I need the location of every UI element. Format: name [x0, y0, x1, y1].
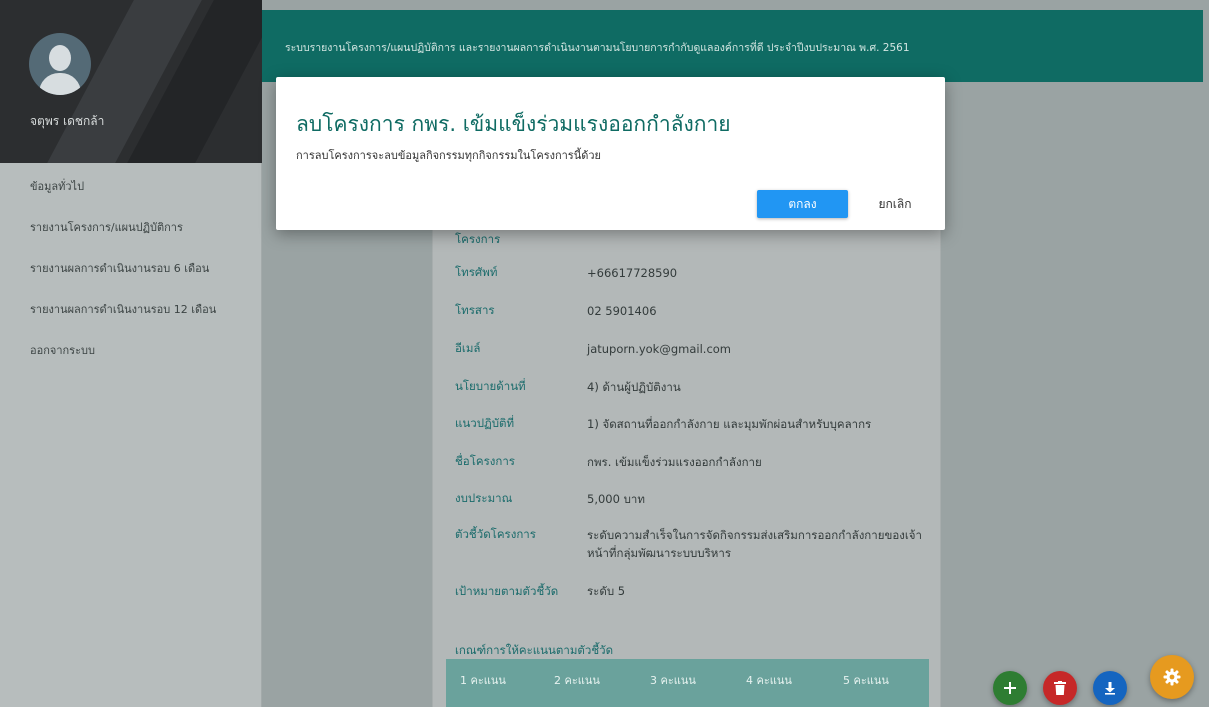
trash-icon — [1054, 681, 1066, 695]
dialog-title: ลบโครงการ กพร. เข้มแข็งร่วมแรงออกกำลังกา… — [296, 112, 731, 136]
target-value: ระดับ 5 — [587, 584, 626, 598]
phone-label: โทรศัพท์ — [455, 265, 498, 279]
profile-header: จตุพร เดชกล้า — [0, 0, 262, 163]
sidebar: จตุพร เดชกล้า ข้อมูลทั่วไป รายงานโครงการ… — [0, 0, 262, 707]
avatar — [29, 33, 91, 95]
score-3: 3 คะแนน — [650, 674, 696, 687]
fax-label: โทรสาร — [455, 303, 495, 317]
sidebar-item-logout[interactable]: ออกจากระบบ — [0, 330, 262, 371]
add-button[interactable] — [993, 671, 1027, 705]
detail-label: โครงการ — [455, 232, 501, 246]
sidebar-item-project-report[interactable]: รายงานโครงการ/แผนปฏิบัติการ — [0, 207, 262, 248]
delete-button[interactable] — [1043, 671, 1077, 705]
email-label: อีเมล์ — [455, 341, 481, 355]
download-button[interactable] — [1093, 671, 1127, 705]
score-1: 1 คะแนน — [460, 674, 506, 687]
policy-label: นโยบายด้านที่ — [455, 379, 526, 393]
score-header: 1 คะแนน 2 คะแนน 3 คะแนน 4 คะแนน 5 คะแนน — [446, 659, 929, 707]
confirm-delete-dialog: ลบโครงการ กพร. เข้มแข็งร่วมแรงออกกำลังกา… — [276, 77, 945, 230]
page-title: ระบบรายงานโครงการ/แผนปฏิบัติการ และรายงา… — [285, 42, 910, 54]
fax-value: 02 5901406 — [587, 304, 657, 318]
plus-icon — [1004, 682, 1016, 694]
criteria-title: เกณฑ์การให้คะแนนตามตัวชี้วัด — [455, 643, 614, 657]
score-2: 2 คะแนน — [554, 674, 600, 687]
email-value: jatuporn.yok@gmail.com — [587, 342, 732, 356]
target-label: เป้าหมายตามตัวชี้วัด — [455, 584, 559, 598]
score-5: 5 คะแนน — [843, 674, 889, 687]
user-name: จตุพร เดชกล้า — [30, 114, 105, 128]
practice-value: 1) จัดสถานที่ออกกำลังกาย และมุมพักผ่อนสำ… — [587, 417, 872, 431]
dialog-message: การลบโครงการจะลบข้อมูลกิจกรรมทุกกิจกรรมใ… — [296, 149, 601, 162]
policy-value: 4) ด้านผู้ปฏิบัติงาน — [587, 380, 681, 394]
score-4: 4 คะแนน — [746, 674, 792, 687]
cancel-button[interactable]: ยกเลิก — [861, 190, 929, 218]
project-detail-card: โครงการ โทรศัพท์ +66617728590 โทรสาร 02 … — [432, 212, 941, 707]
gear-icon — [1163, 668, 1181, 686]
sidebar-nav: ข้อมูลทั่วไป รายงานโครงการ/แผนปฏิบัติการ… — [0, 166, 262, 371]
practice-label: แนวปฏิบัติที่ — [455, 416, 515, 430]
indicator-value: ระดับความสำเร็จในการจัดกิจกรรมส่งเสริมกา… — [587, 528, 922, 560]
sidebar-item-general[interactable]: ข้อมูลทั่วไป — [0, 166, 262, 207]
project-name-label: ชื่อโครงการ — [455, 454, 515, 468]
phone-value: +66617728590 — [587, 266, 678, 280]
sidebar-item-6-month-report[interactable]: รายงานผลการดำเนินงานรอบ 6 เดือน — [0, 248, 262, 289]
download-icon — [1105, 682, 1115, 695]
budget-label: งบประมาณ — [455, 491, 513, 505]
budget-value: 5,000 บาท — [587, 492, 645, 506]
header-bar: ระบบรายงานโครงการ/แผนปฏิบัติการ และรายงา… — [262, 10, 1203, 82]
sidebar-item-12-month-report[interactable]: รายงานผลการดำเนินงานรอบ 12 เดือน — [0, 289, 262, 330]
indicator-label: ตัวชี้วัดโครงการ — [455, 527, 536, 541]
settings-button[interactable] — [1150, 655, 1194, 699]
confirm-button[interactable]: ตกลง — [757, 190, 848, 218]
project-name-value: กพร. เข้มแข็งร่วมแรงออกกำลังกาย — [587, 455, 762, 469]
